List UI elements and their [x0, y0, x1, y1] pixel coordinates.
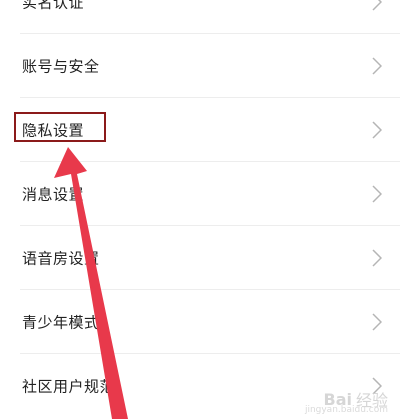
settings-item-label: 消息设置 — [22, 185, 85, 204]
settings-item-label: 实名认证 — [22, 0, 85, 12]
watermark-url: jingyan.baidu.com — [304, 405, 388, 415]
settings-item-label: 语音房设置 — [22, 249, 100, 268]
settings-item-label: 青少年模式 — [22, 313, 100, 332]
settings-item-messages[interactable]: 消息设置 — [0, 162, 400, 226]
settings-item-account-security[interactable]: 账号与安全 — [0, 34, 400, 98]
watermark: Bai 经验 jingyan.baidu.com — [305, 387, 388, 416]
chevron-right-icon — [372, 313, 382, 331]
settings-item-voice-room[interactable]: 语音房设置 — [0, 226, 400, 290]
chevron-right-icon — [372, 185, 382, 203]
settings-item-real-name[interactable]: 实名认证 — [0, 0, 400, 34]
settings-item-label: 社区用户规范 — [22, 377, 116, 396]
settings-item-teen-mode[interactable]: 青少年模式 — [0, 290, 400, 354]
chevron-right-icon — [372, 121, 382, 139]
settings-item-label: 账号与安全 — [22, 57, 100, 76]
highlight-box — [14, 112, 106, 142]
settings-list: 实名认证 账号与安全 隐私设置 消息设置 语音房设置 青少年模式 社区用户规范 — [0, 0, 400, 419]
chevron-right-icon — [372, 0, 382, 11]
chevron-right-icon — [372, 249, 382, 267]
chevron-right-icon — [372, 57, 382, 75]
